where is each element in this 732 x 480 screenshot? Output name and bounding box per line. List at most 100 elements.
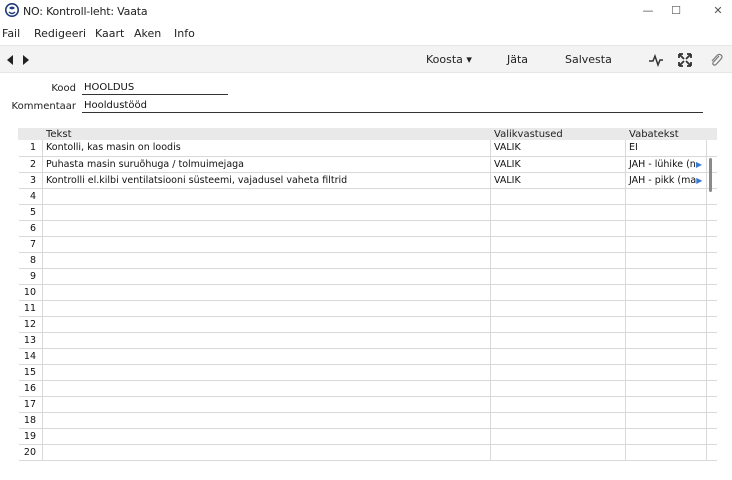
close-button[interactable]: ✕ [703,0,732,20]
table-row[interactable]: 16 [18,380,717,397]
cell-vabatekst[interactable] [625,412,707,429]
cell-vabatekst[interactable] [625,444,707,461]
expand-arrow-icon[interactable]: ▶ [696,176,702,185]
cell-tekst[interactable] [42,412,491,429]
cell-tekst[interactable] [42,268,491,285]
maximize-button[interactable]: ☐ [661,0,691,20]
cell-valikvastused[interactable]: VALIK [490,156,626,173]
table-row[interactable]: 13 [18,332,717,349]
cell-tekst[interactable] [42,220,491,237]
menu-item-kaart[interactable]: Kaart [95,27,124,40]
table-row[interactable]: 6 [18,220,717,237]
cell-valikvastused[interactable] [490,220,626,237]
cell-vabatekst[interactable] [625,428,707,445]
cell-valikvastused[interactable]: VALIK [490,172,626,189]
column-header-vabatekst[interactable]: Vabatekst [625,128,707,140]
table-row[interactable]: 7 [18,236,717,253]
cell-vabatekst[interactable] [625,204,707,221]
menu-item-aken[interactable]: Aken [134,27,161,40]
arrow-left-icon[interactable] [5,54,15,66]
cell-tekst[interactable] [42,316,491,333]
cell-valikvastused[interactable] [490,204,626,221]
cell-vabatekst[interactable] [625,348,707,365]
kommentaar-field[interactable]: Hooldustööd [82,100,703,113]
cell-vabatekst[interactable] [625,396,707,413]
cell-vabatekst[interactable]: JAH - lühike (n▶ [625,156,707,173]
menu-item-fail[interactable]: Fail [2,27,20,40]
cell-tekst[interactable] [42,444,491,461]
table-row[interactable]: 14 [18,348,717,365]
cell-tekst[interactable] [42,332,491,349]
salvesta-button[interactable]: Salvesta [565,53,612,66]
jata-button[interactable]: Jäta [507,53,528,66]
cell-valikvastused[interactable] [490,236,626,253]
cell-vabatekst[interactable] [625,300,707,317]
cell-tekst[interactable] [42,204,491,221]
cell-valikvastused[interactable] [490,188,626,205]
table-row[interactable]: 10 [18,284,717,301]
cell-valikvastused[interactable] [490,380,626,397]
cell-tekst[interactable] [42,252,491,269]
cell-valikvastused[interactable] [490,268,626,285]
expand-icon[interactable] [677,52,693,68]
paperclip-icon[interactable] [708,52,724,68]
cell-tekst[interactable] [42,284,491,301]
cell-vabatekst[interactable] [625,188,707,205]
cell-vabatekst[interactable] [625,284,707,301]
cell-tekst[interactable] [42,188,491,205]
cell-valikvastused[interactable] [490,316,626,333]
cell-tekst[interactable] [42,380,491,397]
column-header-valikvastused[interactable]: Valikvastused [490,128,626,140]
expand-arrow-icon[interactable]: ▶ [696,160,702,169]
cell-valikvastused[interactable]: VALIK [490,140,626,157]
table-row[interactable]: 4 [18,188,717,205]
table-row[interactable]: 11 [18,300,717,317]
cell-valikvastused[interactable] [490,444,626,461]
cell-vabatekst[interactable] [625,332,707,349]
cell-valikvastused[interactable] [490,396,626,413]
cell-vabatekst[interactable] [625,268,707,285]
cell-vabatekst[interactable] [625,364,707,381]
koosta-button[interactable]: Koosta ▾ [426,53,472,66]
menu-item-info[interactable]: Info [174,27,195,40]
table-row[interactable]: 2 Puhasta masin suruõhuga / tolmuimejaga V… [18,156,717,173]
vertical-scrollbar[interactable] [709,158,712,192]
cell-vabatekst[interactable] [625,220,707,237]
cell-valikvastused[interactable] [490,348,626,365]
table-row[interactable]: 9 [18,268,717,285]
cell-tekst[interactable] [42,300,491,317]
cell-tekst[interactable] [42,364,491,381]
column-header-tekst[interactable]: Tekst [42,128,491,140]
minimize-button[interactable]: — [633,0,663,20]
cell-valikvastused[interactable] [490,428,626,445]
table-row[interactable]: 17 [18,396,717,413]
cell-vabatekst[interactable] [625,316,707,333]
pulse-icon[interactable] [648,52,664,68]
kood-field[interactable]: HOOLDUS [82,82,228,95]
cell-tekst[interactable] [42,396,491,413]
table-row[interactable]: 15 [18,364,717,381]
table-row[interactable]: 12 [18,316,717,333]
table-row[interactable]: 19 [18,428,717,445]
cell-valikvastused[interactable] [490,300,626,317]
table-row[interactable]: 5 [18,204,717,221]
menu-item-redigeeri[interactable]: Redigeeri [34,27,86,40]
cell-vabatekst[interactable] [625,252,707,269]
cell-valikvastused[interactable] [490,332,626,349]
table-row[interactable]: 8 [18,252,717,269]
cell-vabatekst[interactable] [625,380,707,397]
arrow-right-icon[interactable] [21,54,31,66]
cell-valikvastused[interactable] [490,284,626,301]
cell-tekst[interactable]: Kontolli, kas masin on loodis [42,140,491,157]
cell-vabatekst[interactable]: EI [625,140,707,157]
cell-tekst[interactable] [42,348,491,365]
table-row[interactable]: 18 [18,412,717,429]
cell-tekst[interactable]: Puhasta masin suruõhuga / tolmuimejaga [42,156,491,173]
cell-tekst[interactable] [42,236,491,253]
cell-vabatekst[interactable] [625,236,707,253]
cell-tekst[interactable] [42,428,491,445]
cell-valikvastused[interactable] [490,412,626,429]
table-row[interactable]: 3 Kontrolli el.kilbi ventilatsiooni süste… [18,172,717,189]
cell-valikvastused[interactable] [490,364,626,381]
table-row[interactable]: 20 [18,444,717,461]
